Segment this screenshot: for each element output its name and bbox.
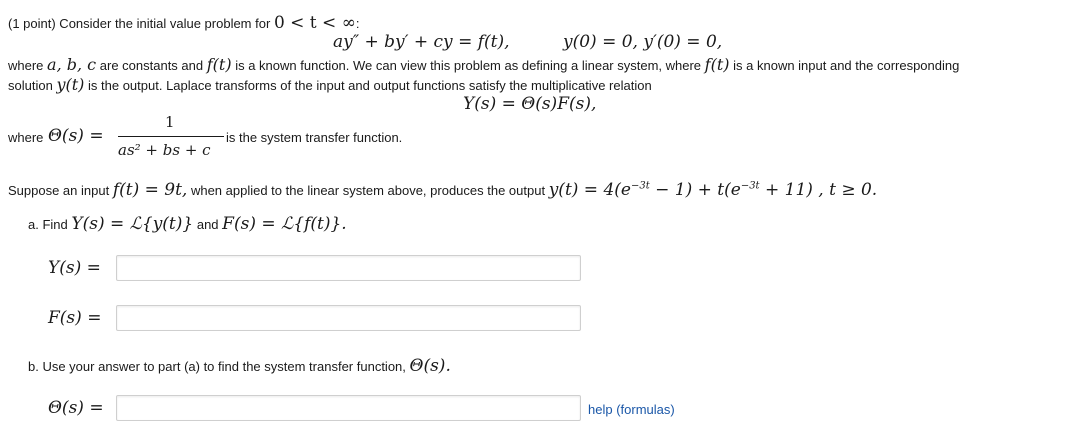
- help-formulas-link[interactable]: help (formulas): [588, 402, 675, 417]
- para-math: f(t): [704, 55, 730, 74]
- theta-answer-input[interactable]: [116, 395, 581, 421]
- intro-line: (1 point) Consider the initial value pro…: [8, 13, 359, 33]
- theta-answer-label: Θ(s) =: [48, 398, 104, 418]
- part-a-expr1: Y(s) = ℒ{y(t)}: [71, 214, 194, 234]
- suppose-line: Suppose an input f(t) = 9t, when applied…: [8, 180, 877, 200]
- transfer-suffix: is the system transfer function.: [226, 130, 403, 145]
- para-math: f(t): [206, 55, 232, 74]
- output-function: y(t) = 4(e−3t − 1) + t(e−3t + 11) , t ≥ …: [548, 180, 878, 200]
- transfer-where: where: [8, 130, 44, 145]
- part-b-prompt: b. Use your answer to part (a) to find t…: [28, 356, 451, 376]
- part-b-expr: Θ(s).: [409, 356, 451, 376]
- intro-domain: 0 < t < ∞: [273, 13, 356, 33]
- ode-equation: ay″ + by′ + cy = f(t),: [333, 32, 510, 52]
- transfer-denominator: as² + bs + c: [118, 141, 211, 159]
- para-text: solution: [8, 78, 53, 93]
- para-text: is a known function. We can view this pr…: [235, 58, 702, 73]
- y-answer-input[interactable]: [116, 255, 581, 281]
- paragraph-line-1: where a, b, c are constants and f(t) is …: [8, 55, 959, 74]
- part-a-prompt: a. Find Y(s) = ℒ{y(t)} and F(s) = ℒ{f(t)…: [28, 214, 347, 234]
- laplace-relation: Y(s) = Θ(s)F(s),: [463, 94, 597, 114]
- y-answer-label: Y(s) =: [48, 258, 101, 278]
- transfer-theta: Θ(s) =: [48, 126, 104, 146]
- para-math: a, b, c: [47, 55, 97, 74]
- intro-suffix: :: [355, 16, 360, 31]
- para-math: y(t): [56, 75, 85, 94]
- part-a-expr2: F(s) = ℒ{f(t)}.: [222, 214, 347, 234]
- para-text: where: [8, 58, 44, 73]
- para-text: is a known input and the corresponding: [733, 58, 960, 73]
- part-a-label: a. Find: [28, 217, 68, 232]
- initial-conditions: y(0) = 0, y′(0) = 0,: [563, 32, 723, 52]
- suppose-text: when applied to the linear system above,…: [190, 183, 546, 198]
- part-a-and: and: [196, 217, 219, 232]
- part-b-text: b. Use your answer to part (a) to find t…: [28, 359, 406, 374]
- intro-prefix: (1 point) Consider the initial value pro…: [8, 16, 271, 31]
- f-answer-label: F(s) =: [48, 308, 102, 328]
- para-text: is the output. Laplace transforms of the…: [88, 78, 652, 93]
- f-answer-input[interactable]: [116, 305, 581, 331]
- paragraph-line-2: solution y(t) is the output. Laplace tra…: [8, 75, 652, 94]
- fraction-bar: [118, 136, 224, 137]
- para-text: are constants and: [99, 58, 204, 73]
- input-function: f(t) = 9t,: [112, 180, 188, 200]
- transfer-numerator: 1: [165, 113, 175, 131]
- suppose-text: Suppose an input: [8, 183, 110, 198]
